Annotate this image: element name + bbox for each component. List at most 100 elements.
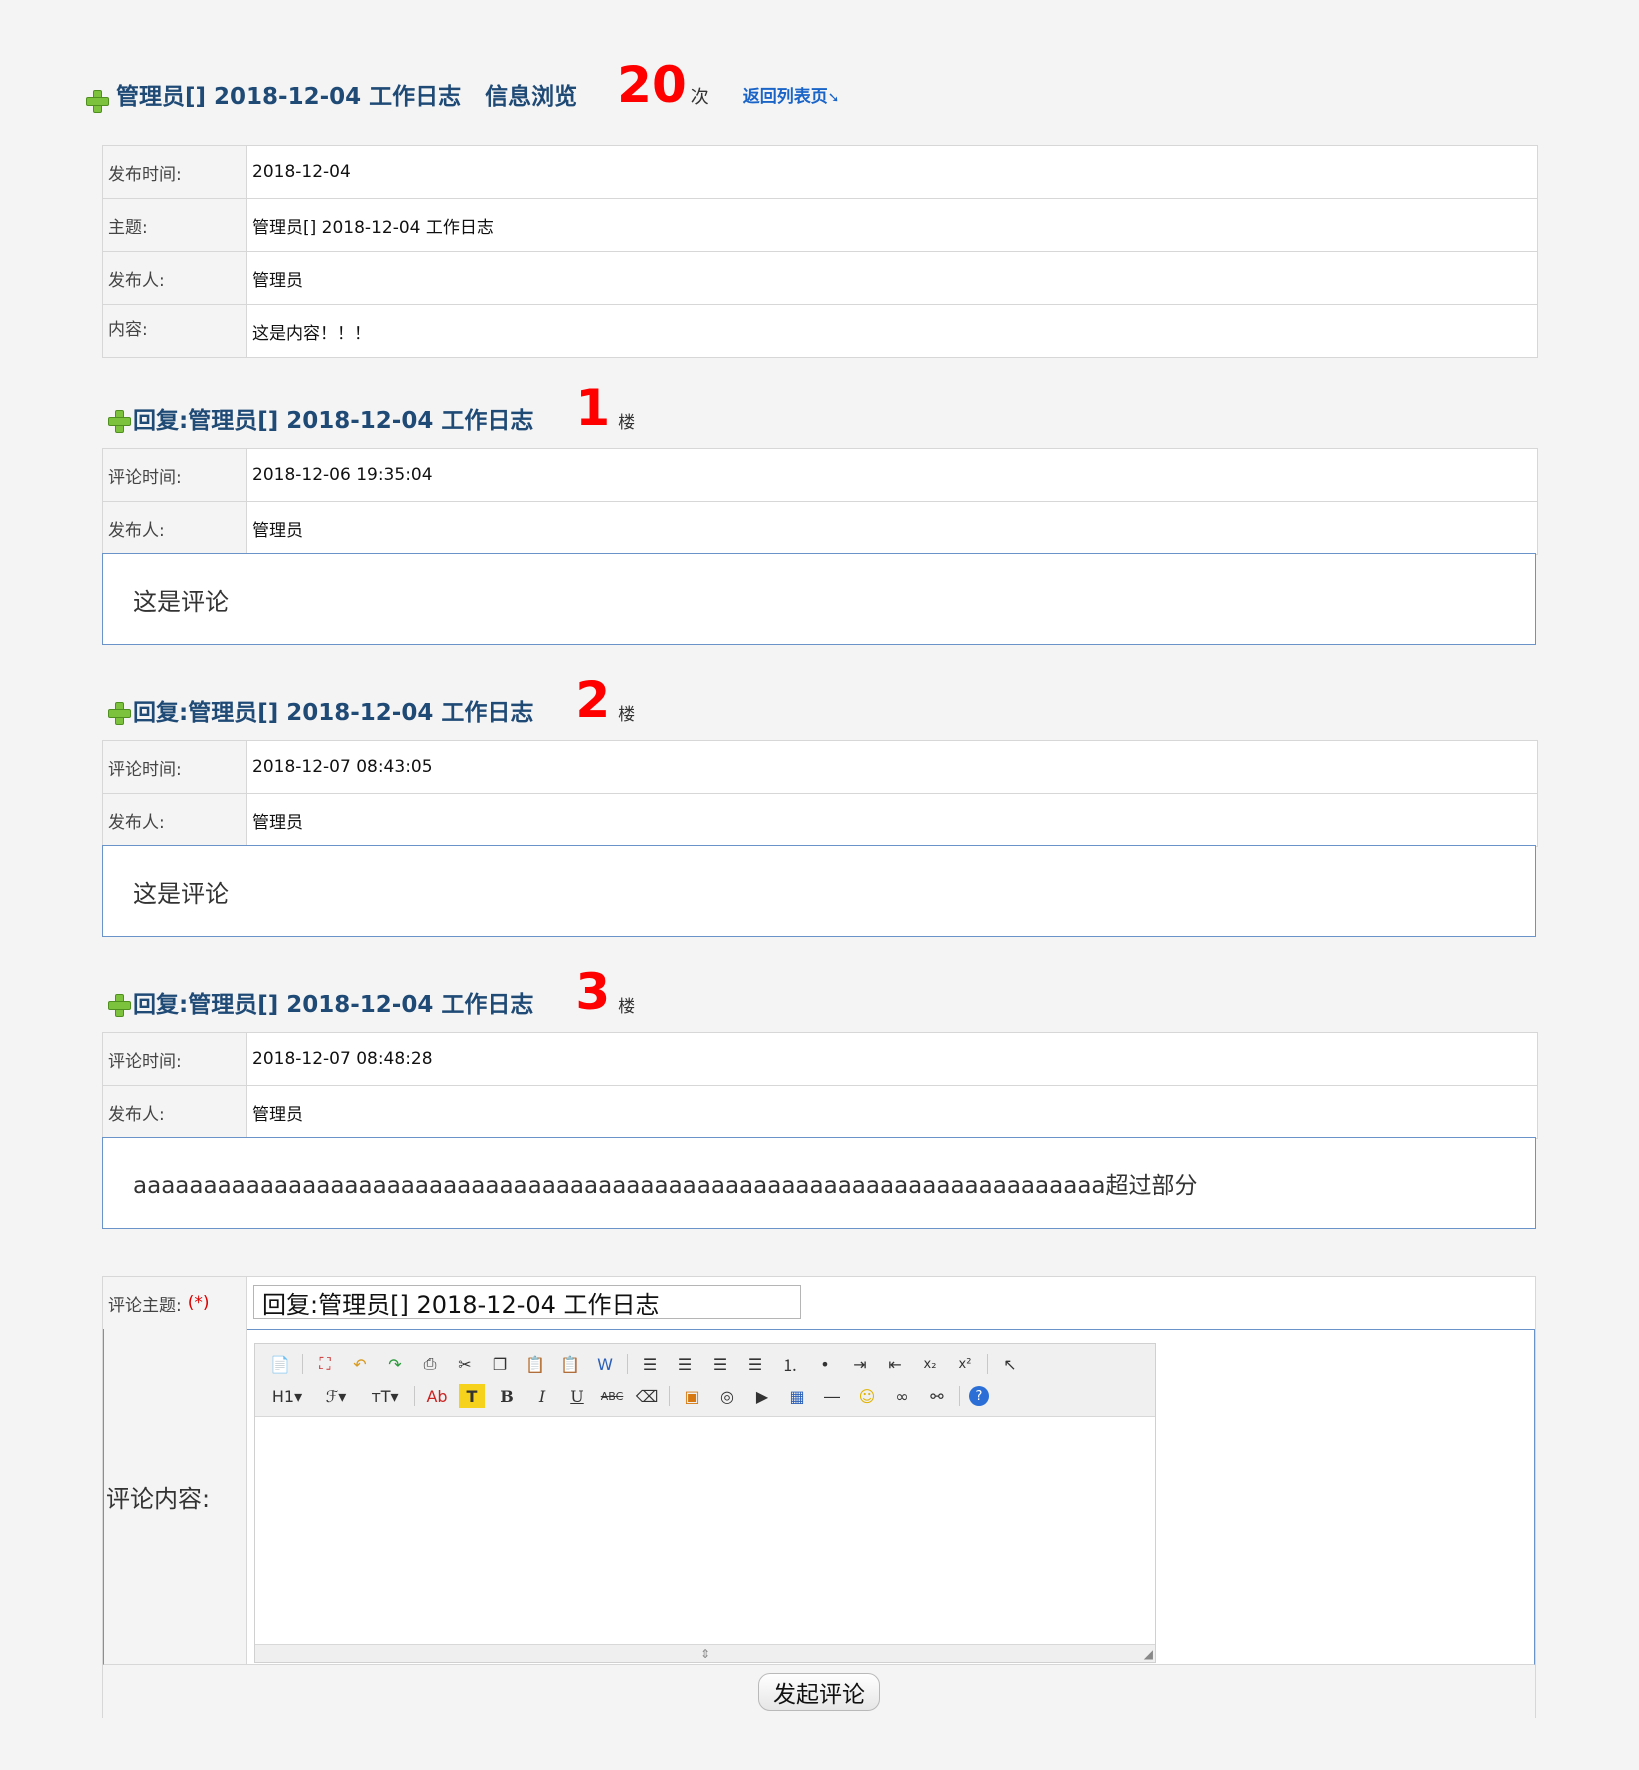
comment-time-value: 2018-12-07 08:48:28: [252, 1049, 433, 1069]
font-size-icon[interactable]: ᴛT▾: [365, 1384, 405, 1408]
toolbar-separator: [987, 1354, 988, 1374]
comment-time-label: 评论时间:: [103, 1033, 247, 1085]
outdent-icon[interactable]: ⇤: [882, 1352, 908, 1376]
comment-time-label: 评论时间:: [103, 449, 247, 501]
ordered-list-icon[interactable]: ⒈: [777, 1352, 803, 1376]
post-subject-label: 主题:: [103, 199, 247, 251]
select-all-icon[interactable]: ↖: [997, 1352, 1023, 1376]
post-author-value: 管理员: [252, 270, 303, 291]
align-right-icon[interactable]: ☰: [707, 1352, 733, 1376]
italic-icon[interactable]: I: [529, 1384, 555, 1408]
align-left-icon[interactable]: ☰: [637, 1352, 663, 1376]
toolbar-row-1: 📄 ⛶ ↶ ↷ ⎙ ✂ ❐ 📋 📋 W ☰ ☰ ☰ ☰ ⒈ • ⇥ ⇤ x₂ x…: [267, 1350, 1032, 1378]
subject-label-cell: 评论主题: (*): [103, 1277, 247, 1329]
resize-grip-icon[interactable]: ◢: [1144, 1647, 1153, 1661]
comment-author-label: 发布人:: [103, 502, 247, 554]
view-count-unit: 次: [690, 87, 709, 108]
media-icon[interactable]: ▶: [749, 1384, 775, 1408]
editor-toolbar: 📄 ⛶ ↶ ↷ ⎙ ✂ ❐ 📋 📋 W ☰ ☰ ☰ ☰ ⒈ • ⇥ ⇤ x₂ x…: [255, 1344, 1155, 1417]
reply-content: 这是评论: [102, 845, 1536, 937]
subscript-icon[interactable]: x₂: [917, 1352, 943, 1376]
undo-icon[interactable]: ↶: [347, 1352, 373, 1376]
plus-icon: [108, 702, 131, 725]
plus-icon: [86, 90, 109, 113]
table-row: 发布人: 管理员: [103, 252, 1537, 305]
underline-icon[interactable]: U: [564, 1384, 590, 1408]
source-icon[interactable]: 📄: [267, 1352, 293, 1376]
submit-comment-button[interactable]: 发起评论: [758, 1673, 880, 1711]
floor-unit: 楼: [618, 413, 636, 433]
toolbar-separator: [669, 1386, 670, 1406]
plus-icon: [108, 994, 131, 1017]
redo-icon[interactable]: ↷: [382, 1352, 408, 1376]
table-row: 发布人: 管理员: [103, 1086, 1537, 1138]
post-info-table: 发布时间: 2018-12-04 主题: 管理员[] 2018-12-04 工作…: [102, 145, 1538, 358]
hr-icon[interactable]: ―: [819, 1384, 845, 1408]
reply-info-table: 评论时间: 2018-12-07 08:43:05 发布人: 管理员: [102, 740, 1538, 847]
editor-content-area[interactable]: [255, 1417, 1155, 1644]
reply-title: 回复:管理员[] 2018-12-04 工作日志: [133, 408, 534, 434]
reply-title: 回复:管理员[] 2018-12-04 工作日志: [133, 700, 534, 726]
print-icon[interactable]: ⎙: [417, 1352, 443, 1376]
post-date-label: 发布时间:: [103, 146, 247, 198]
subject-label: 评论主题:: [108, 1295, 182, 1316]
emoticon-icon[interactable]: ☺: [854, 1384, 880, 1408]
post-content-label: 内容:: [103, 305, 247, 357]
heading-icon[interactable]: H1▾: [267, 1384, 307, 1408]
plus-icon: [108, 410, 131, 433]
indent-icon[interactable]: ⇥: [847, 1352, 873, 1376]
table-row: 发布人: 管理员: [103, 794, 1537, 846]
bold-icon[interactable]: B: [494, 1384, 520, 1408]
arrow-down-right-icon: ➘: [827, 90, 840, 106]
comment-author-value: 管理员: [252, 1104, 303, 1125]
reply-title: 回复:管理员[] 2018-12-04 工作日志: [133, 992, 534, 1018]
comment-author-value: 管理员: [252, 812, 303, 833]
paste-word-icon[interactable]: W: [592, 1352, 618, 1376]
comment-time-label: 评论时间:: [103, 741, 247, 793]
remove-format-icon[interactable]: ⌫: [634, 1384, 660, 1408]
required-mark: (*): [187, 1293, 210, 1313]
reply-content: 这是评论: [102, 553, 1536, 645]
table-row: 评论时间: 2018-12-06 19:35:04: [103, 449, 1537, 502]
subject-input[interactable]: [253, 1285, 801, 1319]
back-to-list-link[interactable]: 返回列表页➘: [743, 83, 840, 112]
view-count: 20: [617, 56, 687, 114]
page-subtitle: 信息浏览: [485, 84, 578, 110]
subject-row: 评论主题: (*): [103, 1277, 1535, 1330]
post-author-label: 发布人:: [103, 252, 247, 304]
toolbar-separator: [959, 1386, 960, 1406]
paste-text-icon[interactable]: 📋: [557, 1352, 583, 1376]
post-date-value: 2018-12-04: [252, 162, 351, 182]
reply-info-table: 评论时间: 2018-12-06 19:35:04 发布人: 管理员: [102, 448, 1538, 555]
fullscreen-icon[interactable]: ⛶: [312, 1352, 338, 1376]
comment-author-value: 管理员: [252, 520, 303, 541]
superscript-icon[interactable]: x²: [952, 1352, 978, 1376]
flash-icon[interactable]: ◎: [714, 1384, 740, 1408]
unordered-list-icon[interactable]: •: [812, 1352, 838, 1376]
post-content-value: 这是内容！！！: [252, 323, 371, 344]
paste-icon[interactable]: 📋: [522, 1352, 548, 1376]
unlink-icon[interactable]: ⚯: [924, 1384, 950, 1408]
comment-time-value: 2018-12-06 19:35:04: [252, 465, 433, 485]
image-icon[interactable]: ▣: [679, 1384, 705, 1408]
help-icon[interactable]: ?: [969, 1386, 989, 1406]
table-icon[interactable]: ▦: [784, 1384, 810, 1408]
table-row: 主题: 管理员[] 2018-12-04 工作日志: [103, 199, 1537, 252]
copy-icon[interactable]: ❐: [487, 1352, 513, 1376]
font-color-icon[interactable]: Ab: [424, 1384, 450, 1408]
justify-icon[interactable]: ☰: [742, 1352, 768, 1376]
page-title: 管理员[] 2018-12-04 工作日志: [116, 84, 462, 110]
font-family-icon[interactable]: ℱ▾: [316, 1384, 356, 1408]
editor-resize-bar[interactable]: ⇕ ◢: [255, 1644, 1155, 1662]
toolbar-separator: [302, 1354, 303, 1374]
reply-header: 回复:管理员[] 2018-12-04 工作日志 3 楼: [108, 964, 635, 1020]
strikethrough-icon[interactable]: ABC: [599, 1384, 625, 1408]
reply-header: 回复:管理员[] 2018-12-04 工作日志 2 楼: [108, 672, 635, 728]
link-icon[interactable]: ∞: [889, 1384, 915, 1408]
post-subject-value: 管理员[] 2018-12-04 工作日志: [252, 217, 494, 238]
cut-icon[interactable]: ✂: [452, 1352, 478, 1376]
align-center-icon[interactable]: ☰: [672, 1352, 698, 1376]
reply-info-table: 评论时间: 2018-12-07 08:48:28 发布人: 管理员: [102, 1032, 1538, 1139]
highlight-icon[interactable]: T: [459, 1384, 485, 1408]
reply-content: aaaaaaaaaaaaaaaaaaaaaaaaaaaaaaaaaaaaaaaa…: [102, 1137, 1536, 1229]
